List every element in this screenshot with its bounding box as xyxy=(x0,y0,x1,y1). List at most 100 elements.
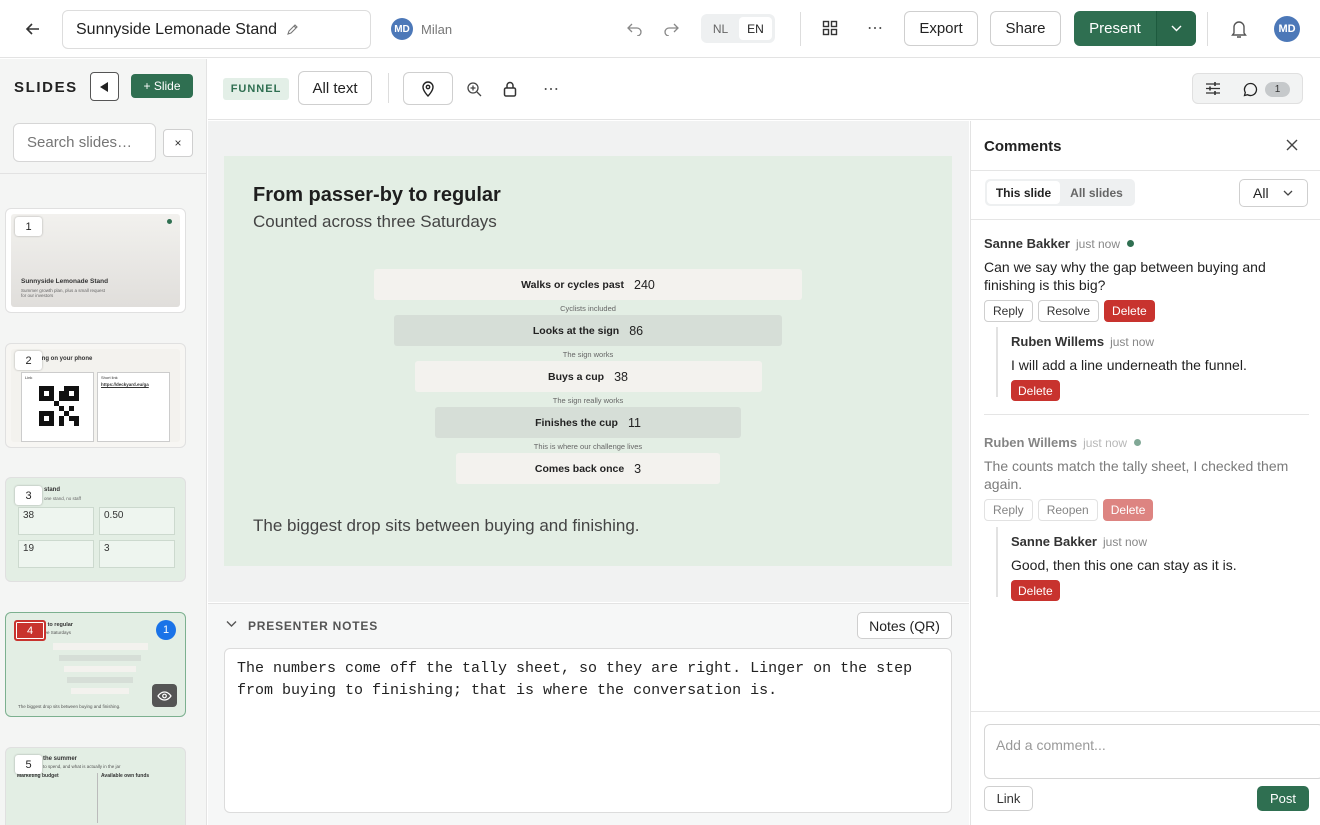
funnel-step[interactable]: Finishes the cup 11 xyxy=(435,407,741,438)
comment-filter-select[interactable]: All xyxy=(1239,179,1308,207)
notification-bell-icon[interactable] xyxy=(1226,15,1252,43)
lang-nl[interactable]: NL xyxy=(704,17,737,40)
location-pin-icon[interactable] xyxy=(403,72,453,105)
thumb-title: stand xyxy=(44,487,61,493)
funnel-step-note: The sign works xyxy=(562,350,614,359)
thumb-title: Sunnyside Lemonade Stand xyxy=(21,278,109,285)
slide-canvas: From passer-by to regular Counted across… xyxy=(208,121,969,602)
back-arrow-icon[interactable] xyxy=(18,14,48,44)
grid-view-icon[interactable] xyxy=(817,15,843,41)
thumb-text: The biggest drop sits between buying and… xyxy=(18,704,121,709)
reply-author: Sanne Bakker xyxy=(1011,534,1097,549)
presenter-notes-panel: PRESENTER NOTES Notes (QR) The numbers c… xyxy=(208,603,969,825)
funnel-step-value: 3 xyxy=(634,461,642,476)
resolve-button[interactable]: Resolve xyxy=(1037,300,1100,322)
deck-title: Sunnyside Lemonade Stand xyxy=(76,20,278,38)
divider xyxy=(388,73,389,103)
slide-thumbnail-5[interactable]: the summer to spend, and what is actuall… xyxy=(5,747,186,825)
pencil-icon xyxy=(287,24,298,35)
present-button[interactable]: Present xyxy=(1074,11,1156,46)
delete-button[interactable]: Delete xyxy=(1102,499,1154,521)
slides-sidebar: SLIDES + Slide × Sunnyside Lemonade Stan… xyxy=(0,59,207,825)
thumb-text: ree Saturdays xyxy=(43,630,72,635)
status-dot xyxy=(1134,439,1142,446)
tab-all-slides[interactable]: All slides xyxy=(1060,181,1133,204)
delete-button[interactable]: Delete xyxy=(1104,300,1155,322)
comment-bubble-icon[interactable] xyxy=(1243,82,1258,97)
divider xyxy=(971,170,1320,171)
thumb-title: y to regular xyxy=(43,622,73,628)
funnel-step-label: Walks or cycles past xyxy=(521,278,625,291)
comment-body: Can we say why the gap between buying an… xyxy=(984,259,1266,293)
lock-icon[interactable] xyxy=(498,77,522,101)
thumb-text: Available own funds xyxy=(101,773,150,779)
delete-button[interactable]: Delete xyxy=(1011,380,1060,401)
funnel-step-label: Looks at the sign xyxy=(532,324,620,337)
funnel-step[interactable]: Walks or cycles past 240 xyxy=(374,269,802,300)
funnel-step[interactable]: Looks at the sign 86 xyxy=(394,315,782,346)
slide-thumbnail-2[interactable]: along on your phone Link Short link http… xyxy=(5,343,186,448)
comment-input[interactable]: Add a comment... xyxy=(984,724,1320,779)
slide[interactable]: From passer-by to regular Counted across… xyxy=(224,156,952,566)
present-options-chevron-icon[interactable] xyxy=(1156,11,1196,46)
close-icon[interactable] xyxy=(1286,139,1298,151)
reply-button[interactable]: Reply xyxy=(984,499,1033,521)
link-button[interactable]: Link xyxy=(984,786,1033,811)
reply-button[interactable]: Reply xyxy=(984,300,1033,322)
divider xyxy=(984,414,1309,415)
comment-scope-tabs: This slide All slides xyxy=(985,179,1135,206)
collaborator-name: Milan xyxy=(421,22,453,37)
tab-this-slide[interactable]: This slide xyxy=(987,181,1060,204)
search-slides-input[interactable] xyxy=(13,123,156,162)
reply-body: Good, then this one can stay as it is. xyxy=(1011,557,1237,573)
sliders-icon[interactable] xyxy=(1205,81,1221,96)
layout-tag: FUNNEL xyxy=(223,78,289,100)
slide-thumbnail-3[interactable]: stand one stand, no staff 38 0.50 19 3 3 xyxy=(5,477,186,582)
export-button[interactable]: Export xyxy=(904,11,978,46)
divider xyxy=(800,12,801,46)
post-button[interactable]: Post xyxy=(1257,786,1309,811)
deck-title-field[interactable]: Sunnyside Lemonade Stand xyxy=(62,10,371,49)
comment-time: just now xyxy=(1083,436,1128,450)
slide-thumbnail-1[interactable]: Sunnyside Lemonade Stand Summer growth p… xyxy=(5,208,186,313)
top-bar: Sunnyside Lemonade Stand MD Milan NL EN … xyxy=(0,0,1320,58)
thumb-text: Summer growth plan, plus a small request… xyxy=(21,288,106,298)
clear-search-button[interactable]: × xyxy=(163,129,193,157)
collapse-sidebar-icon[interactable] xyxy=(90,72,119,101)
more-options-icon[interactable]: ⋯ xyxy=(862,15,888,41)
comment-reply: Ruben Willems just now I will add a line … xyxy=(996,327,1312,401)
thumb-stat: 38 xyxy=(23,510,35,521)
notes-qr-button[interactable]: Notes (QR) xyxy=(857,612,952,639)
share-button[interactable]: Share xyxy=(990,11,1061,46)
delete-button[interactable]: Delete xyxy=(1011,580,1060,601)
lang-en[interactable]: EN xyxy=(739,17,772,40)
zoom-in-icon[interactable] xyxy=(462,77,486,101)
comment-count-badge: 1 xyxy=(156,620,176,640)
chevron-down-icon[interactable] xyxy=(226,620,237,628)
slide-thumbnail-4-active[interactable]: y to regular ree Saturdays The biggest d… xyxy=(5,612,186,717)
comment-reply: Sanne Bakker just now Good, then this one… xyxy=(996,527,1312,601)
language-toggle: NL EN xyxy=(701,14,775,43)
funnel-step-value: 86 xyxy=(629,323,644,338)
thumb-title: the summer xyxy=(43,756,78,762)
panel-title: Comments xyxy=(984,138,1062,155)
eye-icon[interactable] xyxy=(152,684,177,707)
notes-heading: PRESENTER NOTES xyxy=(248,619,379,633)
funnel-step[interactable]: Buys a cup 38 xyxy=(414,361,762,392)
slide-subtitle[interactable]: Counted across three Saturdays xyxy=(253,212,497,232)
user-avatar[interactable]: MD xyxy=(1274,16,1300,42)
undo-icon[interactable] xyxy=(622,16,648,42)
slide-title[interactable]: From passer-by to regular xyxy=(253,184,501,207)
notes-textarea[interactable]: The numbers come off the tally sheet, so… xyxy=(224,648,952,813)
reply-time: just now xyxy=(1110,335,1155,349)
thumb-stat: 0.50 xyxy=(104,510,124,521)
slide-footer[interactable]: The biggest drop sits between buying and… xyxy=(253,516,640,536)
collaborator-avatar: MD xyxy=(391,18,413,40)
add-slide-button[interactable]: + Slide xyxy=(131,74,193,98)
funnel-step-note: Cyclists included xyxy=(560,304,616,313)
funnel-step[interactable]: Comes back once 3 xyxy=(456,453,720,484)
more-options-icon[interactable]: ⋯ xyxy=(539,77,563,101)
redo-icon[interactable] xyxy=(658,16,684,42)
reopen-button[interactable]: Reopen xyxy=(1037,499,1098,521)
all-text-button[interactable]: All text xyxy=(298,71,372,105)
